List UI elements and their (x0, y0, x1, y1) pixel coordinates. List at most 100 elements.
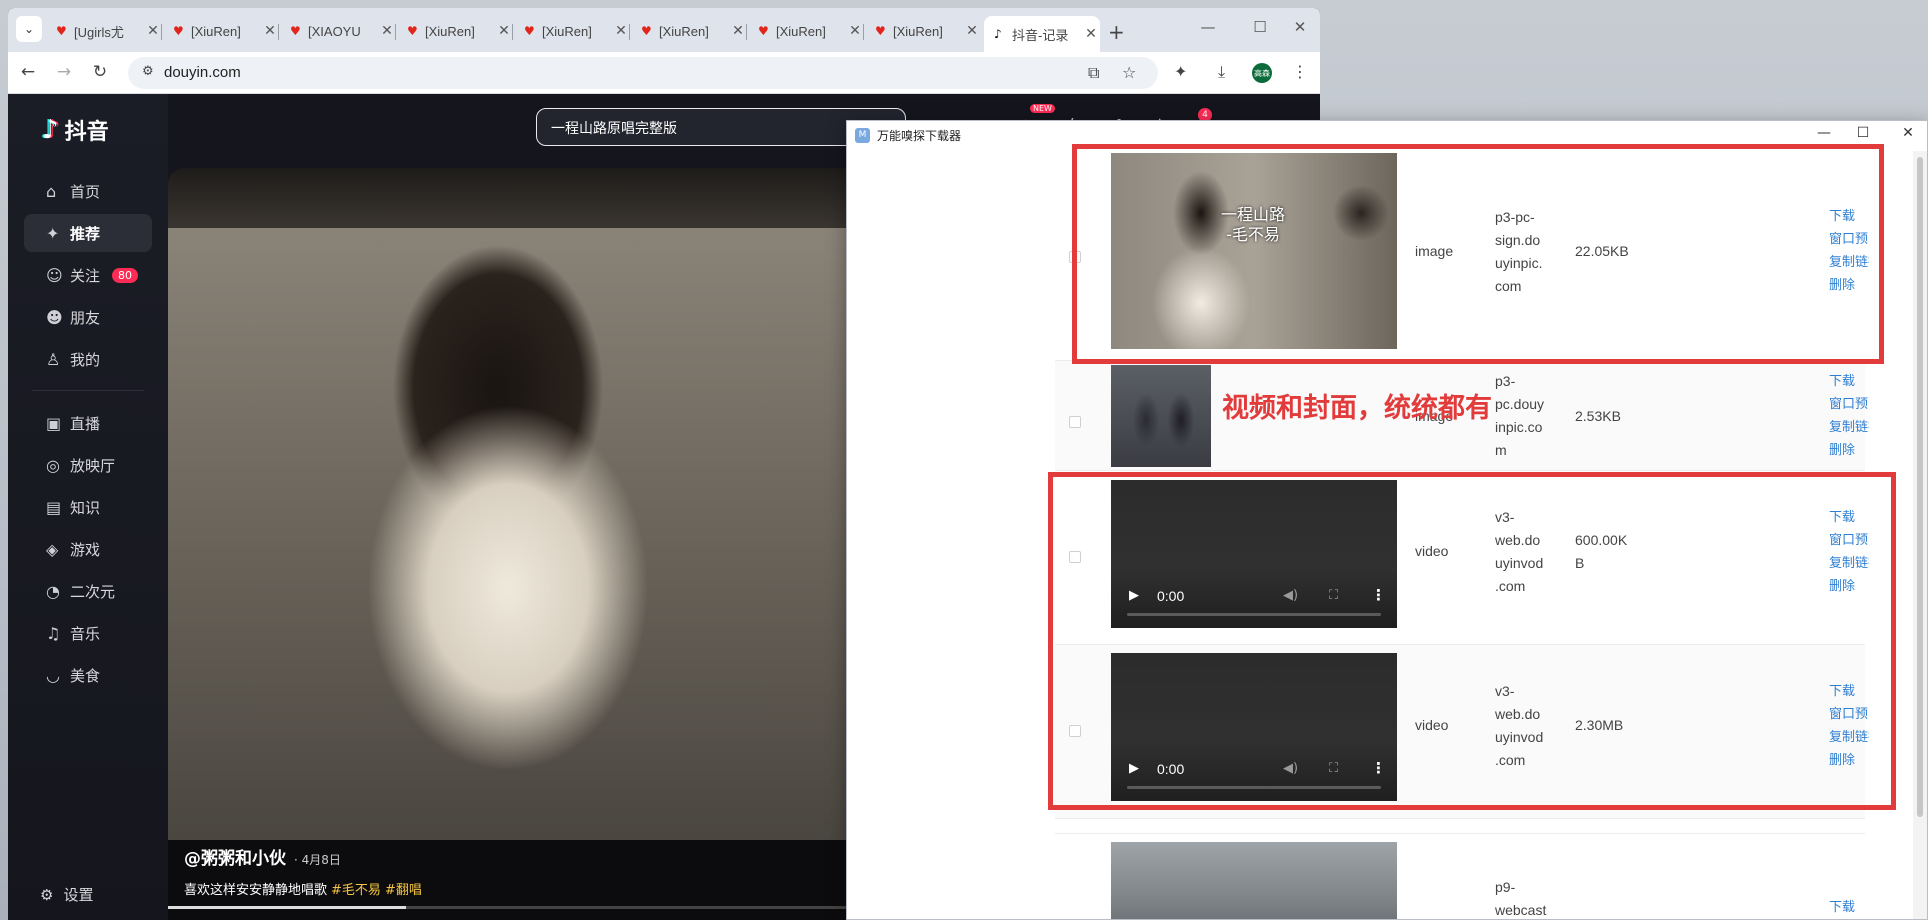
new-badge: NEW (1030, 104, 1055, 113)
video-frame-image[interactable] (168, 228, 868, 840)
heart-favicon-icon: ♥ (173, 24, 184, 38)
browser-tab[interactable]: ♥ [XiuRen] ✕ (748, 16, 864, 46)
maximize-icon[interactable]: ☐ (1848, 125, 1878, 141)
install-app-icon[interactable]: ⧉ (1088, 63, 1099, 83)
close-icon[interactable]: ✕ (1082, 26, 1100, 42)
maximize-icon[interactable]: ☐ (1240, 18, 1280, 36)
home-icon: ⌂ (46, 181, 57, 201)
profile-avatar[interactable]: 高森 (1252, 63, 1272, 83)
sidebar-item-follow[interactable]: ☺ 关注 80 (24, 256, 152, 294)
sidebar-item-music[interactable]: ♫ 音乐 (24, 614, 152, 652)
douyin-logo[interactable]: ♪ 抖音 (42, 114, 109, 146)
settings-button[interactable]: ⚙ 设置 (40, 884, 93, 905)
cinema-icon: ◎ (46, 455, 60, 475)
video-tag[interactable]: #翻唱 (385, 883, 422, 898)
row-actions: 下载窗口预览复制链接删除 (1829, 370, 1869, 462)
url-text[interactable]: douyin.com (164, 64, 241, 81)
gear-icon: ⚙ (40, 885, 54, 904)
browser-tab[interactable]: ♥ [XiuRen] ✕ (397, 16, 513, 46)
douyin-favicon-icon: ♪ (994, 27, 1002, 41)
close-icon[interactable]: ✕ (144, 23, 162, 39)
download-link[interactable]: 下载 (1829, 370, 1869, 393)
sidebar-item-games[interactable]: ◈ 游戏 (24, 530, 152, 568)
window-title: 万能嗅探下载器 (877, 129, 962, 143)
bookmark-star-icon[interactable]: ☆ (1122, 63, 1136, 82)
app-logo-icon: M (855, 128, 870, 143)
browser-tab[interactable]: ♥ [Ugirls尤 ✕ (46, 16, 162, 46)
close-icon[interactable]: ✕ (495, 23, 513, 39)
food-icon: ◡ (46, 665, 60, 685)
copy-link[interactable]: 复制链接 (1829, 416, 1869, 439)
resource-host: p3- pc.douy inpic.co m (1495, 373, 1545, 458)
download-link[interactable]: 下载 (1829, 896, 1869, 919)
forward-arrow-icon[interactable]: → (52, 62, 76, 82)
address-bar[interactable]: ⚙ douyin.com ⧉ ☆ (128, 57, 1158, 89)
book-icon: ▤ (46, 497, 62, 517)
thumbnail-image (1111, 842, 1397, 919)
douyin-sidebar: ♪ 抖音 ⌂ 首页 ✦ 推荐 ☺ 关注 80 ☻ 朋友 ♙ 我的 ▣ 直播 ◎ 放映厅 ▤ 知识 ◈… (8, 94, 168, 920)
user-icon: ♙ (46, 349, 61, 369)
browser-tab[interactable]: ♥ [XIAOYU ✕ (280, 16, 396, 46)
sidebar-item-food[interactable]: ◡ 美食 (24, 656, 152, 694)
friends-icon: ☻ (46, 307, 63, 327)
close-icon[interactable]: ✕ (261, 23, 279, 39)
browser-tab[interactable]: ♥ [XiuRen] ✕ (163, 16, 279, 46)
close-icon[interactable]: ✕ (612, 23, 630, 39)
video-progress-bar[interactable] (168, 906, 868, 909)
annotation-box-videos (1048, 472, 1896, 810)
video-tag[interactable]: #毛不易 (331, 883, 381, 898)
close-window-icon[interactable]: ✕ (1280, 18, 1320, 36)
sidebar-item-cinema[interactable]: ◎ 放映厅 (24, 446, 152, 484)
sidebar-item-recommend[interactable]: ✦ 推荐 (24, 214, 152, 252)
tab-bar: ⌄ ♥ [Ugirls尤 ✕ ♥ [XiuRen] ✕ ♥ [XIAOYU ✕ ♥ [XiuR… (8, 8, 1320, 52)
site-settings-icon[interactable]: ⚙ (142, 64, 154, 79)
heart-favicon-icon: ♥ (407, 24, 418, 38)
delete-link[interactable]: 删除 (1829, 439, 1869, 462)
video-author[interactable]: @粥粥和小伙 (184, 849, 286, 869)
video-player[interactable]: @粥粥和小伙 · 4月8日 喜欢这样安安静静地唱歌 #毛不易 #翻唱 (168, 168, 868, 920)
close-icon[interactable]: ✕ (378, 23, 396, 39)
resource-row: p9- webcast 下载 (1055, 833, 1865, 919)
close-icon[interactable]: ✕ (963, 23, 981, 39)
sidebar-item-knowledge[interactable]: ▤ 知识 (24, 488, 152, 526)
video-description: 喜欢这样安安静静地唱歌 (184, 883, 328, 898)
browser-tab[interactable]: ♥ [XiuRen] ✕ (514, 16, 630, 46)
heart-favicon-icon: ♥ (758, 24, 769, 38)
minimize-icon[interactable]: — (1809, 125, 1839, 141)
sidebar-item-friends[interactable]: ☻ 朋友 (24, 298, 152, 336)
thumbnail-image (1111, 365, 1211, 467)
sidebar-item-me[interactable]: ♙ 我的 (24, 340, 152, 378)
reload-icon[interactable]: ↻ (88, 62, 112, 82)
video-date: · 4月8日 (294, 853, 341, 867)
follow-count-badge: 80 (112, 267, 139, 283)
kebab-menu-icon[interactable]: ⋮ (1292, 62, 1308, 81)
downloader-scrollbar[interactable] (1913, 151, 1927, 919)
tv-icon: ▣ (46, 413, 62, 433)
heart-favicon-icon: ♥ (290, 24, 301, 38)
browser-tab[interactable]: ♥ [XiuRen] ✕ (865, 16, 981, 46)
close-icon[interactable]: ✕ (729, 23, 747, 39)
minimize-icon[interactable]: — (1188, 18, 1228, 36)
extensions-puzzle-icon[interactable]: ✦ (1174, 62, 1187, 81)
tab-search-button[interactable]: ⌄ (16, 16, 42, 42)
sidebar-divider (32, 390, 144, 391)
video-top-shade (168, 168, 868, 228)
sidebar-item-anime[interactable]: ◔ 二次元 (24, 572, 152, 610)
browser-tab-active[interactable]: ♪ 抖音-记录 ✕ (984, 16, 1100, 52)
douyin-note-icon: ♪ (42, 115, 59, 145)
browser-tab[interactable]: ♥ [XiuRen] ✕ (631, 16, 747, 46)
download-icon[interactable]: ⤓ (1218, 62, 1225, 82)
music-icon: ♫ (46, 623, 61, 643)
back-arrow-icon[interactable]: ← (16, 62, 40, 82)
close-icon[interactable]: ✕ (846, 23, 864, 39)
heart-favicon-icon: ♥ (875, 24, 886, 38)
gamepad-icon: ◈ (46, 539, 59, 559)
heart-favicon-icon: ♥ (56, 24, 67, 38)
sidebar-item-home[interactable]: ⌂ 首页 (24, 172, 152, 210)
close-icon[interactable]: ✕ (1893, 125, 1923, 141)
resource-host: p9- webcast (1495, 879, 1547, 918)
preview-link[interactable]: 窗口预览 (1829, 393, 1869, 416)
row-checkbox[interactable] (1069, 416, 1081, 428)
sidebar-item-live[interactable]: ▣ 直播 (24, 404, 152, 442)
new-tab-plus-icon[interactable]: + (1108, 20, 1125, 44)
